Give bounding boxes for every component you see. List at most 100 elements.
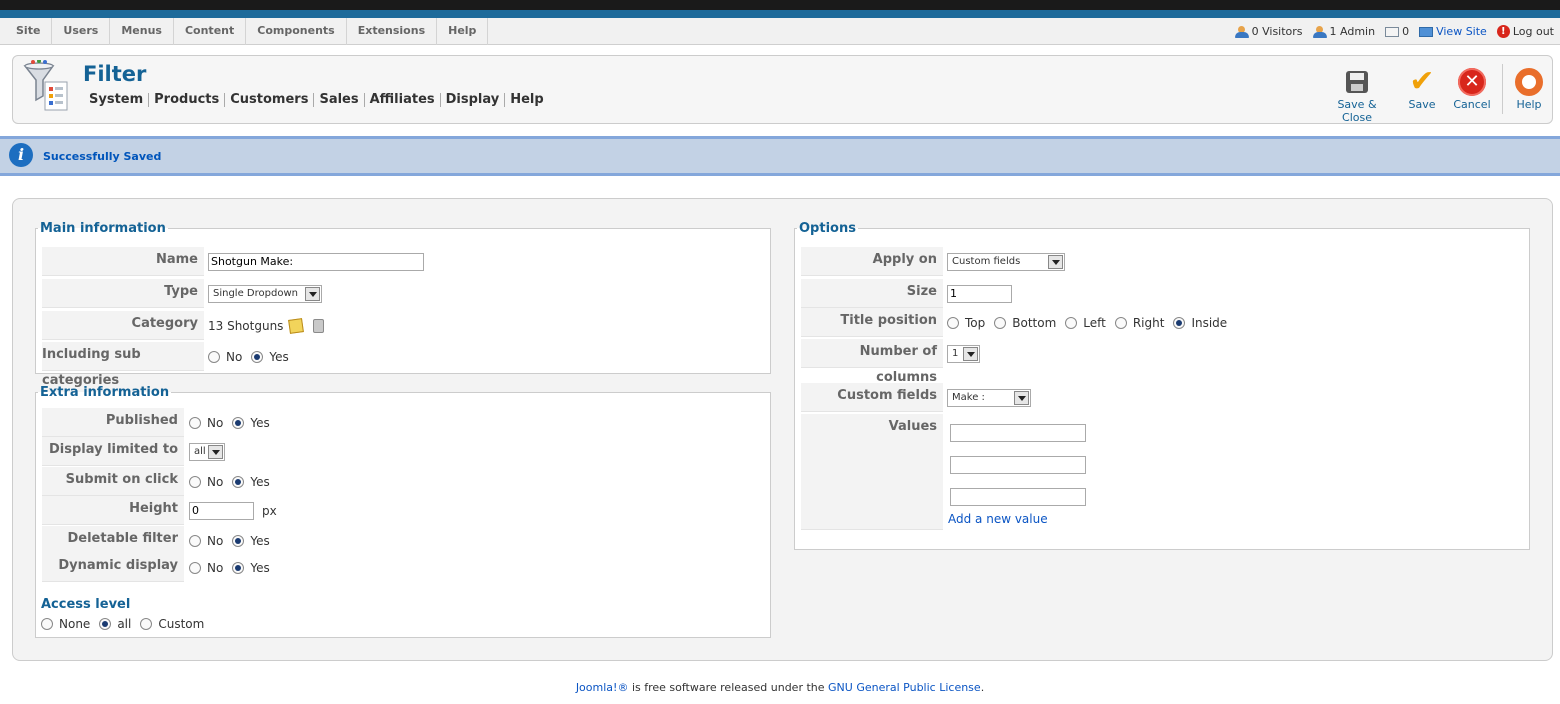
custom-fields-label: Custom fields xyxy=(801,383,943,412)
view-site-status[interactable]: View Site xyxy=(1419,25,1487,38)
type-row: Type Single Dropdown xyxy=(42,279,768,308)
position-inside-radio[interactable] xyxy=(1173,316,1186,329)
visitors-icon xyxy=(1234,25,1249,38)
main-info-legend: Main information xyxy=(40,221,166,236)
published-no-radio[interactable] xyxy=(189,416,201,429)
value-input-3[interactable] xyxy=(950,488,1086,506)
chevron-down-icon xyxy=(305,286,320,301)
position-bottom-label: Bottom xyxy=(1012,315,1057,330)
sub-categories-no-radio[interactable] xyxy=(208,350,220,363)
value-input-1[interactable] xyxy=(950,424,1086,442)
name-input[interactable] xyxy=(208,252,424,271)
save-close-label: Save & Close xyxy=(1337,98,1377,124)
menu-extensions[interactable]: Extensions xyxy=(347,18,438,45)
gpl-link[interactable]: GNU General Public License xyxy=(828,681,981,694)
submenu-sales[interactable]: Sales xyxy=(314,93,365,107)
component-submenu: System Products Customers Sales Affiliat… xyxy=(84,93,549,107)
size-input[interactable] xyxy=(947,284,1012,303)
visitors-text: 0 Visitors xyxy=(1251,25,1303,38)
dynamic-row: Dynamic display No Yes xyxy=(42,553,768,582)
save-close-button[interactable]: Save & Close xyxy=(1322,66,1392,124)
submenu-display[interactable]: Display xyxy=(441,93,506,107)
height-unit: px xyxy=(262,503,277,518)
menu-site[interactable]: Site xyxy=(5,18,53,45)
menu-components[interactable]: Components xyxy=(246,18,347,45)
footer: Joomla!® is free software released under… xyxy=(0,681,1560,694)
published-yes-radio[interactable] xyxy=(232,416,245,429)
position-left-radio[interactable] xyxy=(1065,316,1078,329)
menu-menus[interactable]: Menus xyxy=(110,18,174,45)
position-left-label: Left xyxy=(1083,315,1106,330)
submenu-affiliates[interactable]: Affiliates xyxy=(365,93,441,107)
visitors-status: 0 Visitors xyxy=(1234,25,1303,38)
top-blue-bar xyxy=(0,10,1560,18)
access-custom-radio[interactable] xyxy=(140,618,153,630)
apply-on-value: Custom fields xyxy=(952,256,1021,267)
submenu-help[interactable]: Help xyxy=(505,93,548,107)
columns-value: 1 xyxy=(952,348,959,359)
access-none-radio[interactable] xyxy=(41,618,53,630)
deletable-yes-radio[interactable] xyxy=(232,534,245,547)
published-label: Published xyxy=(42,408,184,437)
logout-link[interactable]: Log out xyxy=(1513,25,1554,38)
options-legend: Options xyxy=(799,221,856,236)
name-label: Name xyxy=(42,247,204,276)
chevron-down-icon xyxy=(1048,254,1063,269)
messages-status[interactable]: 0 xyxy=(1385,25,1409,38)
apply-on-row: Apply on Custom fields xyxy=(801,247,1527,276)
columns-select[interactable]: 1 xyxy=(947,344,980,363)
page-title: Filter xyxy=(83,62,147,86)
sub-categories-yes-label: Yes xyxy=(269,349,289,364)
dynamic-yes-radio[interactable] xyxy=(232,561,245,574)
submit-no-radio[interactable] xyxy=(189,475,201,488)
position-right-label: Right xyxy=(1132,315,1165,330)
help-button[interactable]: Help xyxy=(1494,66,1560,116)
delete-category-icon[interactable] xyxy=(313,318,325,333)
submit-yes-label: Yes xyxy=(250,474,270,489)
dynamic-label: Dynamic display xyxy=(42,553,184,582)
value-input-2[interactable] xyxy=(950,456,1086,474)
display-limited-select[interactable]: all xyxy=(189,442,225,461)
submenu-products[interactable]: Products xyxy=(149,93,226,107)
save-close-icon xyxy=(1346,71,1368,93)
save-check-icon: ✔ xyxy=(1409,64,1435,99)
height-label: Height xyxy=(42,496,184,525)
custom-fields-select[interactable]: Make : xyxy=(947,388,1031,407)
content-box: Main information Name Type Single Dropdo… xyxy=(12,198,1553,661)
submit-yes-radio[interactable] xyxy=(232,475,245,488)
extra-info-legend: Extra information xyxy=(40,385,170,400)
access-level-title: Access level xyxy=(41,597,131,612)
name-row: Name xyxy=(42,247,768,276)
system-message: i Successfully Saved xyxy=(0,136,1560,176)
edit-category-icon[interactable] xyxy=(288,317,305,334)
position-bottom-radio[interactable] xyxy=(994,316,1007,329)
add-value-link[interactable]: Add a new value xyxy=(948,512,1048,526)
apply-on-select[interactable]: Custom fields xyxy=(947,252,1065,271)
title-position-row: Title position Top Bottom Left Right Ins… xyxy=(801,308,1527,337)
type-select[interactable]: Single Dropdown xyxy=(208,284,322,303)
logout-status[interactable]: ! Log out xyxy=(1496,25,1554,38)
joomla-link[interactable]: Joomla!® xyxy=(576,681,629,694)
deletable-no-radio[interactable] xyxy=(189,534,201,547)
height-input[interactable] xyxy=(189,501,254,520)
columns-label: Number of columns xyxy=(801,339,943,385)
menu-content[interactable]: Content xyxy=(174,18,247,45)
submenu-customers[interactable]: Customers xyxy=(225,93,315,107)
footer-dot: . xyxy=(980,681,985,694)
access-all-radio[interactable] xyxy=(99,618,112,630)
type-select-value: Single Dropdown xyxy=(213,288,298,299)
position-right-radio[interactable] xyxy=(1114,316,1127,329)
submenu-system[interactable]: System xyxy=(84,93,150,107)
dynamic-no-radio[interactable] xyxy=(189,561,201,574)
admin-icon xyxy=(1312,25,1327,38)
category-label: Category xyxy=(42,311,204,340)
dynamic-no-label: No xyxy=(207,560,224,575)
menu-users[interactable]: Users xyxy=(52,18,111,45)
view-site-link[interactable]: View Site xyxy=(1436,25,1487,38)
menu-help[interactable]: Help xyxy=(437,18,489,45)
view-site-icon xyxy=(1419,26,1434,37)
sub-categories-yes-radio[interactable] xyxy=(251,350,264,363)
footer-text: is free software released under the xyxy=(628,681,829,694)
position-top-radio[interactable] xyxy=(947,316,959,329)
top-dark-bar xyxy=(0,0,1560,10)
